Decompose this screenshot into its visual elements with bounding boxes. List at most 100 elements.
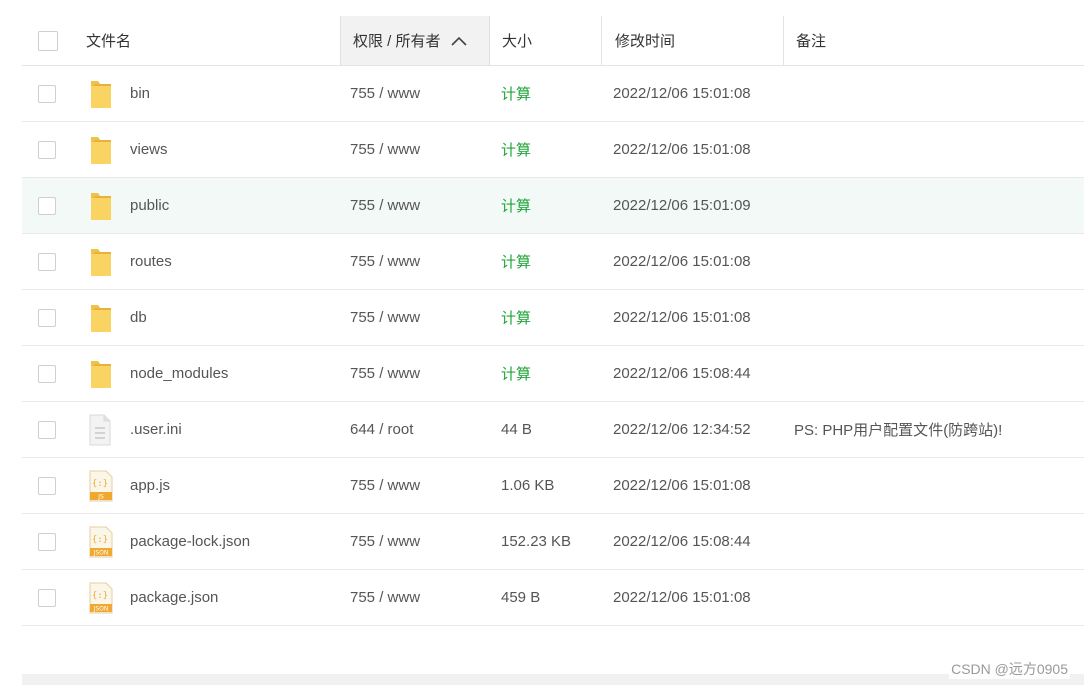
file-permission[interactable]: 755 / www [350, 178, 420, 233]
header-modified-time[interactable]: 修改时间 [602, 16, 784, 65]
folder-icon [88, 346, 116, 401]
row-checkbox[interactable] [38, 420, 56, 439]
row-checkbox-cell[interactable] [38, 178, 58, 233]
svg-text:{:}: {:} [92, 479, 108, 489]
file-modified-time: 2022/12/06 15:08:44 [613, 365, 751, 382]
file-size: 152.23 KB [501, 533, 572, 550]
header-filename[interactable]: 文件名 [86, 16, 131, 65]
file-permission[interactable]: 755 / www [350, 570, 420, 625]
file-size: 1.06 KB [501, 477, 555, 494]
file-modified-time: 2022/12/06 15:01:08 [613, 85, 751, 102]
calculate-size-link[interactable]: 计算 [501, 290, 531, 345]
header-permission-label: 权限 / 所有者 [353, 33, 441, 50]
row-checkbox[interactable] [38, 532, 56, 551]
file-permission[interactable]: 755 / www [350, 346, 420, 401]
header-remark: 备注 [796, 33, 827, 50]
row-checkbox-cell[interactable] [38, 234, 58, 289]
file-modified-time: 2022/12/06 15:08:44 [613, 533, 751, 550]
text-file-icon [88, 402, 116, 457]
row-checkbox-cell[interactable] [38, 346, 58, 401]
row-checkbox-cell[interactable] [38, 122, 58, 177]
row-checkbox[interactable] [38, 588, 56, 607]
file-permission[interactable]: 755 / www [350, 290, 420, 345]
horizontal-scrollbar[interactable] [22, 674, 1084, 685]
row-checkbox-cell[interactable] [38, 458, 58, 513]
file-permission[interactable]: 644 / root [350, 402, 413, 457]
file-modified-time: 2022/12/06 15:01:08 [613, 589, 751, 606]
file-name[interactable]: db [130, 290, 147, 345]
file-row[interactable]: db 755 / www 计算 2022/12/06 15:01:08 [22, 290, 1084, 346]
file-name[interactable]: .user.ini [130, 402, 182, 457]
svg-text:JSON: JSON [93, 605, 109, 612]
file-row[interactable]: {:} JSON package.json 755 / www 459 B 2022/12… [22, 570, 1084, 626]
file-row[interactable]: routes 755 / www 计算 2022/12/06 15:01:08 [22, 234, 1084, 290]
file-permission[interactable]: 755 / www [350, 234, 420, 289]
file-row[interactable]: {:} JS app.js 755 / www 1.06 KB 2022/12/06 15… [22, 458, 1084, 514]
row-checkbox[interactable] [38, 252, 56, 271]
folder-icon [88, 290, 116, 345]
folder-icon [88, 66, 116, 121]
js-file-icon: {:} JS [88, 458, 116, 513]
file-table: 文件名 权限 / 所有者 大小 修改时间 备注 bin 755 / www 计算 20… [22, 16, 1084, 626]
row-checkbox-cell[interactable] [38, 290, 58, 345]
calculate-size-link[interactable]: 计算 [501, 66, 531, 121]
file-name[interactable]: views [130, 122, 168, 177]
file-permission[interactable]: 755 / www [350, 66, 420, 121]
file-row[interactable]: public 755 / www 计算 2022/12/06 15:01:09 [22, 178, 1084, 234]
select-all-checkbox[interactable] [38, 30, 58, 51]
calculate-size-link[interactable]: 计算 [501, 234, 531, 289]
folder-icon [88, 234, 116, 289]
svg-text:{:}: {:} [92, 591, 108, 601]
calculate-size-link[interactable]: 计算 [501, 122, 531, 177]
header-permission[interactable]: 权限 / 所有者 [340, 16, 490, 65]
row-checkbox-cell[interactable] [38, 514, 58, 569]
row-checkbox-cell[interactable] [38, 570, 58, 625]
file-name[interactable]: bin [130, 66, 150, 121]
row-checkbox[interactable] [38, 364, 56, 383]
file-row[interactable]: .user.ini 644 / root 44 B 2022/12/06 12:34:… [22, 402, 1084, 458]
file-size: 459 B [501, 589, 541, 606]
table-body: bin 755 / www 计算 2022/12/06 15:01:08 views 75… [22, 66, 1084, 626]
row-checkbox[interactable] [38, 476, 56, 495]
row-checkbox[interactable] [38, 196, 56, 215]
file-modified-time: 2022/12/06 15:01:09 [613, 197, 751, 214]
file-modified-time: 2022/12/06 12:34:52 [613, 421, 751, 438]
svg-text:JSON: JSON [93, 549, 109, 556]
file-row[interactable]: views 755 / www 计算 2022/12/06 15:01:08 [22, 122, 1084, 178]
row-checkbox[interactable] [38, 308, 56, 327]
sort-ascending-icon[interactable] [450, 36, 467, 46]
file-remark[interactable]: PS: PHP用户配置文件(防跨站)! [794, 402, 1002, 457]
file-size: 44 B [501, 421, 532, 438]
folder-icon [88, 178, 116, 233]
file-permission[interactable]: 755 / www [350, 458, 420, 513]
file-row[interactable]: node_modules 755 / www 计算 2022/12/06 15:08:… [22, 346, 1084, 402]
svg-text:JS: JS [97, 493, 104, 500]
file-row[interactable]: {:} JSON package-lock.json 755 / www 152.23 … [22, 514, 1084, 570]
file-name[interactable]: routes [130, 234, 172, 289]
header-size[interactable]: 大小 [490, 16, 602, 65]
file-name[interactable]: package-lock.json [130, 514, 250, 569]
file-row[interactable]: bin 755 / www 计算 2022/12/06 15:01:08 [22, 66, 1084, 122]
row-checkbox[interactable] [38, 140, 56, 159]
svg-text:{:}: {:} [92, 535, 108, 545]
json-file-icon: {:} JSON [88, 570, 116, 625]
file-name[interactable]: app.js [130, 458, 170, 513]
file-modified-time: 2022/12/06 15:01:08 [613, 141, 751, 158]
row-checkbox[interactable] [38, 84, 56, 103]
watermark: CSDN @远方0905 [949, 659, 1070, 679]
json-file-icon: {:} JSON [88, 514, 116, 569]
calculate-size-link[interactable]: 计算 [501, 346, 531, 401]
file-name[interactable]: package.json [130, 570, 218, 625]
file-permission[interactable]: 755 / www [350, 514, 420, 569]
row-checkbox-cell[interactable] [38, 402, 58, 457]
table-header: 文件名 权限 / 所有者 大小 修改时间 备注 [22, 16, 1084, 66]
folder-icon [88, 122, 116, 177]
calculate-size-link[interactable]: 计算 [501, 178, 531, 233]
file-name[interactable]: public [130, 178, 169, 233]
file-permission[interactable]: 755 / www [350, 122, 420, 177]
file-modified-time: 2022/12/06 15:01:08 [613, 477, 751, 494]
row-checkbox-cell[interactable] [38, 66, 58, 121]
file-modified-time: 2022/12/06 15:01:08 [613, 309, 751, 326]
select-all-cell[interactable] [38, 16, 58, 65]
file-name[interactable]: node_modules [130, 346, 228, 401]
